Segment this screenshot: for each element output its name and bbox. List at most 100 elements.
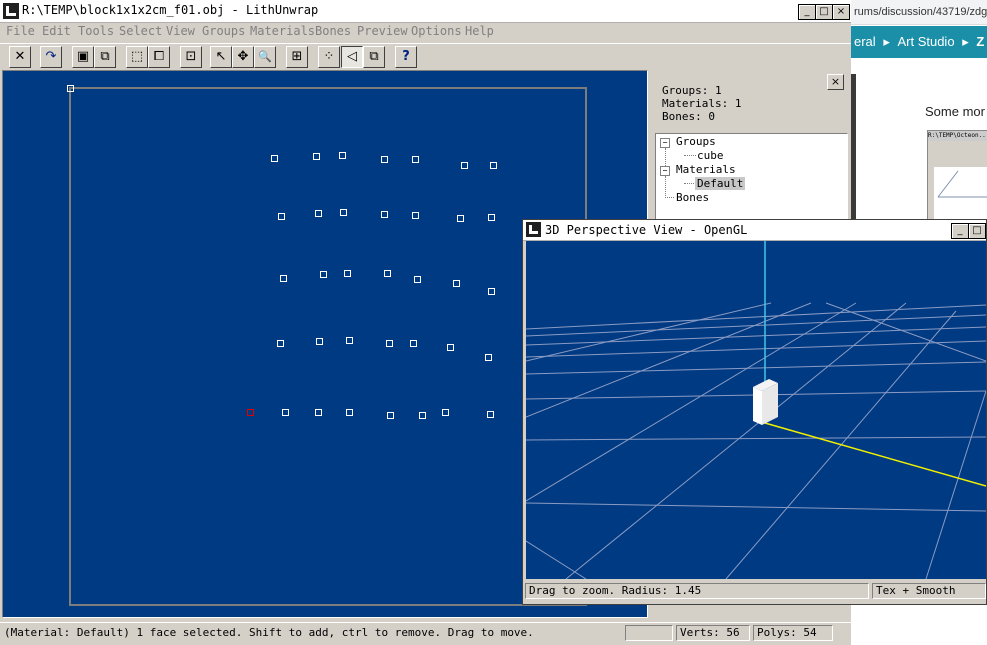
tree-node-groups[interactable]: Groups (676, 135, 716, 148)
copy-button[interactable]: ⧉ (94, 46, 116, 68)
cursor-arrow-icon: ↖ (215, 49, 227, 64)
x-icon: ✕ (14, 49, 26, 64)
uv-vertex[interactable] (67, 85, 74, 92)
menu-options[interactable]: Options (411, 24, 462, 38)
select-center-button[interactable]: ⊡ (180, 46, 202, 68)
tree-node-bones[interactable]: Bones (676, 191, 709, 204)
browser-nav-item[interactable]: Art Studio (897, 34, 954, 49)
floppy-disk-icon: ▣ (76, 49, 90, 64)
side-panel-close-button[interactable]: × (827, 74, 844, 90)
cube-model (753, 379, 778, 425)
tree-node-default-material[interactable]: Default (695, 177, 746, 190)
uv-vertex[interactable] (412, 156, 419, 163)
uv-vertex[interactable] (488, 288, 495, 295)
uv-vertex[interactable] (387, 412, 394, 419)
uv-vertex[interactable] (381, 211, 388, 218)
collapse-toggle-icon[interactable]: − (660, 166, 670, 176)
perspective-minimize-button[interactable]: _ (951, 223, 969, 239)
uv-vertex[interactable] (488, 214, 495, 221)
thumb-lines (937, 170, 987, 198)
uv-vertex[interactable] (346, 337, 353, 344)
redo-button[interactable]: ↷ (40, 46, 62, 68)
uv-vertex[interactable] (414, 276, 421, 283)
uv-vertex[interactable] (271, 155, 278, 162)
uv-vertex[interactable] (381, 156, 388, 163)
menu-bones[interactable]: Bones (315, 24, 351, 38)
perspective-maximize-button[interactable]: □ (968, 223, 986, 239)
uv-vertex[interactable] (315, 409, 322, 416)
magnifier-icon: 🔍 (258, 50, 272, 63)
menu-materials[interactable]: Materials (250, 24, 315, 38)
minimize-button[interactable]: _ (798, 4, 816, 20)
zoom-button[interactable]: 🔍 (254, 46, 276, 68)
face-mode-button[interactable]: ◁ (341, 46, 363, 68)
opengl-viewport[interactable] (526, 241, 986, 579)
menu-preview[interactable]: Preview (357, 24, 408, 38)
chevron-right-icon: ▸ (962, 34, 969, 49)
save-button[interactable]: ▣ (72, 46, 94, 68)
uv-vertex[interactable] (457, 215, 464, 222)
select-lasso-button[interactable]: ⧠ (148, 46, 170, 68)
tree-line (665, 197, 674, 198)
uv-vertex[interactable] (277, 340, 284, 347)
uv-vertex[interactable] (412, 212, 419, 219)
menu-help[interactable]: Help (465, 24, 494, 38)
resize-grip-icon[interactable] (836, 625, 850, 641)
uv-vertex[interactable] (447, 344, 454, 351)
vertex-mode-button[interactable]: ⁘ (318, 46, 340, 68)
app-icon (526, 222, 541, 237)
tree-node-materials[interactable]: Materials (676, 163, 736, 176)
uv-vertex[interactable] (340, 209, 347, 216)
group-mode-icon: ⧉ (369, 49, 379, 64)
menu-groups[interactable]: Groups (202, 24, 245, 38)
browser-url-bar[interactable]: rums/discussion/43719/zdg (850, 0, 987, 25)
selected-uv-vertex[interactable] (247, 409, 254, 416)
uv-vertex[interactable] (490, 162, 497, 169)
uv-vertex[interactable] (315, 210, 322, 217)
menu-edit[interactable]: Edit (42, 24, 71, 38)
menu-tools[interactable]: Tools (78, 24, 114, 38)
uv-vertex[interactable] (442, 409, 449, 416)
close-button[interactable]: × (832, 4, 850, 20)
close-model-button[interactable]: ✕ (9, 46, 31, 68)
uv-vertex[interactable] (282, 409, 289, 416)
uv-vertex[interactable] (280, 275, 287, 282)
tree-line (684, 155, 696, 156)
uv-vertex[interactable] (320, 271, 327, 278)
vertex-mode-icon: ⁘ (323, 49, 335, 64)
uv-vertex[interactable] (384, 270, 391, 277)
browser-nav-item[interactable]: Z (976, 34, 984, 49)
thumb-title: R:\TEMP\Octeon... (928, 131, 987, 141)
menu-view[interactable]: View (166, 24, 195, 38)
group-mode-button[interactable]: ⧉ (363, 46, 385, 68)
uv-vertex[interactable] (346, 409, 353, 416)
menu-select[interactable]: Select (119, 24, 162, 38)
uv-vertex[interactable] (386, 340, 393, 347)
window-title: R:\TEMP\block1x1x2cm_f01.obj - LithUnwra… (22, 3, 319, 17)
menu-file[interactable]: File (6, 24, 35, 38)
render-mode-status[interactable]: Tex + Smooth (872, 583, 986, 599)
target-box-icon: ⊡ (185, 49, 197, 64)
uv-vertex[interactable] (316, 338, 323, 345)
move-button[interactable]: ✥ (232, 46, 254, 68)
window-titlebar[interactable]: R:\TEMP\block1x1x2cm_f01.obj - LithUnwra… (0, 0, 851, 23)
perspective-view-titlebar[interactable]: 3D Perspective View - OpenGL _ □ (523, 220, 986, 241)
help-button[interactable]: ? (395, 46, 417, 68)
uv-vertex[interactable] (339, 152, 346, 159)
uv-vertex[interactable] (410, 340, 417, 347)
uv-vertex[interactable] (419, 412, 426, 419)
uv-vertex[interactable] (485, 354, 492, 361)
select-rect-button[interactable]: ⬚ (126, 46, 148, 68)
maximize-button[interactable]: □ (815, 4, 833, 20)
uv-vertex[interactable] (461, 162, 468, 169)
uv-vertex[interactable] (487, 411, 494, 418)
pointer-button[interactable]: ↖ (210, 46, 232, 68)
uv-vertex[interactable] (278, 213, 285, 220)
browser-nav-item[interactable]: eral (854, 34, 876, 49)
uv-vertex[interactable] (453, 280, 460, 287)
zoom-fit-button[interactable]: ⊞ (286, 46, 308, 68)
tree-node-cube[interactable]: cube (697, 149, 724, 162)
uv-vertex[interactable] (313, 153, 320, 160)
uv-vertex[interactable] (344, 270, 351, 277)
collapse-toggle-icon[interactable]: − (660, 138, 670, 148)
